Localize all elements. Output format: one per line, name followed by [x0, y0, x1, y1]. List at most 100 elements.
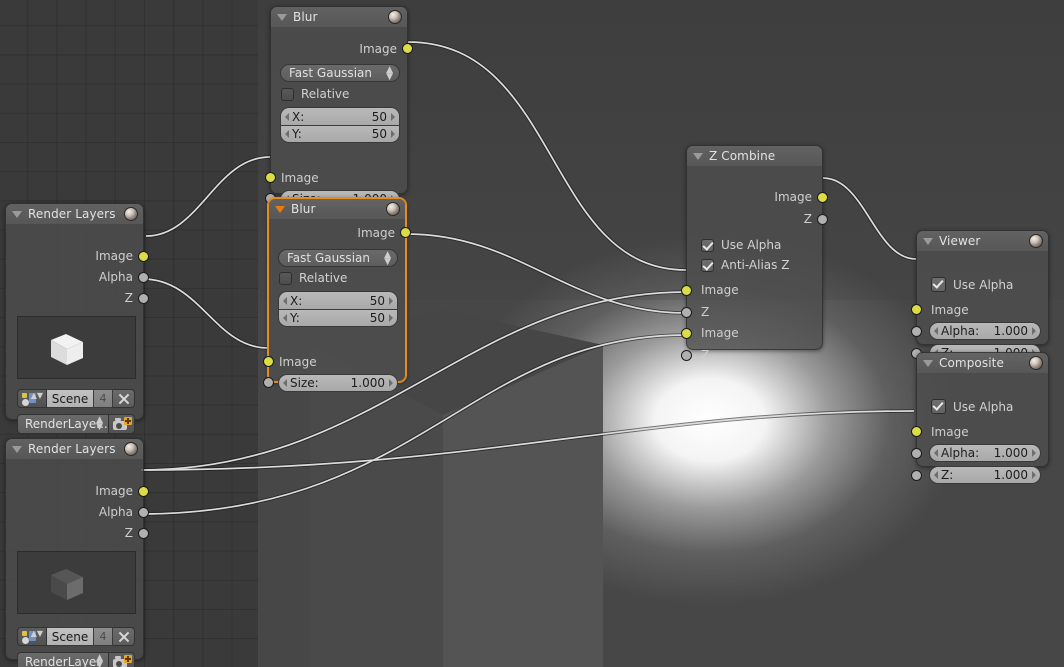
unlink-scene-button[interactable]: [113, 627, 135, 646]
use-alpha-checkbox[interactable]: [931, 277, 946, 292]
anti-alias-z-checkbox-row[interactable]: Anti-Alias Z: [701, 258, 789, 272]
output-socket-z[interactable]: [138, 293, 149, 304]
input-socket-image-1[interactable]: [681, 285, 692, 296]
blur-y-field[interactable]: Y: 50: [280, 125, 400, 143]
output-socket-alpha[interactable]: [138, 272, 149, 283]
collapse-triangle-icon[interactable]: [693, 152, 703, 160]
node-header[interactable]: Z Combine: [687, 146, 822, 166]
input-socket-image[interactable]: [265, 172, 276, 183]
use-alpha-checkbox-row[interactable]: Use Alpha: [931, 277, 1013, 292]
composite-alpha-field[interactable]: Alpha: 1.000: [929, 444, 1041, 462]
collapse-triangle-icon[interactable]: [923, 359, 933, 367]
decrement-arrow-icon[interactable]: [283, 314, 287, 322]
node-viewer[interactable]: Viewer Use Alpha Image Alpha: 1.000 Z: 1…: [911, 230, 1049, 362]
decrement-arrow-icon[interactable]: [285, 130, 289, 138]
blur-x-field[interactable]: X: 50: [278, 291, 398, 309]
node-render-layers-top[interactable]: Render Layers Image Alpha Z ▲▼ Scene 4 R…: [5, 203, 149, 434]
decrement-arrow-icon[interactable]: [285, 112, 289, 121]
collapse-triangle-icon[interactable]: [277, 13, 287, 21]
node-render-layers-bottom[interactable]: Render Layers Image Alpha Z ▲▼ Scene 4 R…: [5, 438, 149, 667]
use-alpha-checkbox[interactable]: [701, 238, 714, 252]
increment-arrow-icon[interactable]: [389, 314, 393, 322]
render-layer-name-field[interactable]: RenderLayer ▲ ▼: [17, 652, 109, 667]
input-socket-alpha[interactable]: [911, 326, 922, 337]
render-layer-selector-row[interactable]: RenderLayer.... ▲ ▼: [17, 414, 135, 434]
viewer-alpha-field[interactable]: Alpha: 1.000: [929, 322, 1041, 340]
unlink-scene-button[interactable]: [113, 389, 135, 408]
node-preview-sphere-icon[interactable]: [124, 442, 138, 456]
scene-selector-row[interactable]: ▲▼ Scene 4: [17, 389, 135, 408]
scene-browse-icon[interactable]: ▲▼: [17, 389, 47, 408]
node-preview-sphere-icon[interactable]: [388, 10, 402, 24]
scene-user-count[interactable]: 4: [94, 627, 113, 646]
decrement-arrow-icon[interactable]: [283, 379, 287, 387]
increment-arrow-icon[interactable]: [1032, 449, 1036, 457]
decrement-arrow-icon[interactable]: [934, 471, 938, 479]
input-socket-z-2[interactable]: [681, 350, 692, 361]
increment-arrow-icon[interactable]: [1032, 471, 1036, 479]
relative-checkbox-row[interactable]: Relative: [281, 87, 349, 101]
scene-user-count[interactable]: 4: [94, 389, 113, 408]
increment-arrow-icon[interactable]: [389, 379, 393, 387]
filter-type-dropdown[interactable]: Fast Gaussian ▲ ▼: [278, 249, 398, 267]
collapse-triangle-icon[interactable]: [275, 205, 285, 213]
scene-name-field[interactable]: Scene: [47, 627, 94, 646]
increment-arrow-icon[interactable]: [391, 112, 395, 121]
blur-y-field[interactable]: Y: 50: [278, 309, 398, 327]
scene-selector-row[interactable]: ▲▼ Scene 4: [17, 627, 135, 646]
render-button-camera-icon[interactable]: [109, 652, 135, 667]
blur-size-field[interactable]: Size: 1.000: [278, 374, 398, 392]
decrement-arrow-icon[interactable]: [934, 449, 938, 457]
output-socket-z[interactable]: [817, 214, 828, 225]
output-socket-image[interactable]: [402, 43, 413, 54]
node-header[interactable]: Render Layers: [6, 204, 143, 224]
use-alpha-checkbox-row[interactable]: Use Alpha: [931, 399, 1013, 414]
input-socket-size[interactable]: [263, 377, 274, 388]
node-blur-top[interactable]: Blur Image Fast Gaussian ▲ ▼ Relative X: …: [265, 6, 413, 208]
decrement-arrow-icon[interactable]: [934, 327, 938, 335]
increment-arrow-icon[interactable]: [1032, 327, 1036, 335]
render-layer-selector-row[interactable]: RenderLayer ▲ ▼: [17, 652, 135, 667]
input-socket-image-2[interactable]: [681, 328, 692, 339]
use-alpha-checkbox[interactable]: [931, 399, 946, 414]
decrement-arrow-icon[interactable]: [283, 296, 287, 305]
output-socket-image[interactable]: [400, 227, 411, 238]
input-socket-alpha[interactable]: [911, 448, 922, 459]
scene-browse-icon[interactable]: ▲▼: [17, 627, 47, 646]
relative-checkbox-row[interactable]: Relative: [279, 271, 347, 285]
node-header[interactable]: Blur: [271, 7, 407, 27]
output-socket-alpha[interactable]: [138, 507, 149, 518]
collapse-triangle-icon[interactable]: [12, 445, 22, 453]
node-z-combine[interactable]: Z Combine Image Z Use Alpha Anti-Alias Z…: [681, 145, 828, 362]
anti-alias-z-checkbox[interactable]: [701, 258, 714, 272]
relative-checkbox[interactable]: [281, 87, 294, 101]
node-preview-sphere-icon[interactable]: [1029, 234, 1043, 248]
input-socket-image[interactable]: [911, 426, 922, 437]
collapse-triangle-icon[interactable]: [12, 210, 22, 218]
use-alpha-checkbox-row[interactable]: Use Alpha: [701, 238, 781, 252]
render-layer-name-field[interactable]: RenderLayer.... ▲ ▼: [17, 414, 109, 434]
node-header[interactable]: Composite: [917, 353, 1048, 373]
relative-checkbox[interactable]: [279, 271, 292, 285]
node-composite[interactable]: Composite Use Alpha Image Alpha: 1.000 Z…: [911, 352, 1049, 484]
node-header[interactable]: Blur: [269, 199, 405, 219]
output-socket-z[interactable]: [138, 528, 149, 539]
node-header[interactable]: Render Layers: [6, 439, 143, 459]
node-preview-sphere-icon[interactable]: [1029, 356, 1043, 370]
node-preview-sphere-icon[interactable]: [124, 207, 138, 221]
input-socket-image[interactable]: [911, 304, 922, 315]
filter-type-dropdown[interactable]: Fast Gaussian ▲ ▼: [280, 64, 400, 82]
increment-arrow-icon[interactable]: [391, 130, 395, 138]
node-preview-sphere-icon[interactable]: [386, 202, 400, 216]
node-blur-bottom[interactable]: Blur Image Fast Gaussian ▲ ▼ Relative X: …: [263, 198, 411, 392]
output-socket-image[interactable]: [138, 486, 149, 497]
node-header[interactable]: Viewer: [917, 231, 1048, 251]
output-socket-image[interactable]: [817, 192, 828, 203]
render-button-camera-icon[interactable]: [109, 414, 135, 434]
input-socket-z-1[interactable]: [681, 307, 692, 318]
scene-name-field[interactable]: Scene: [47, 389, 94, 408]
input-socket-image[interactable]: [263, 356, 274, 367]
collapse-triangle-icon[interactable]: [923, 237, 933, 245]
output-socket-image[interactable]: [138, 251, 149, 262]
blur-x-field[interactable]: X: 50: [280, 107, 400, 125]
